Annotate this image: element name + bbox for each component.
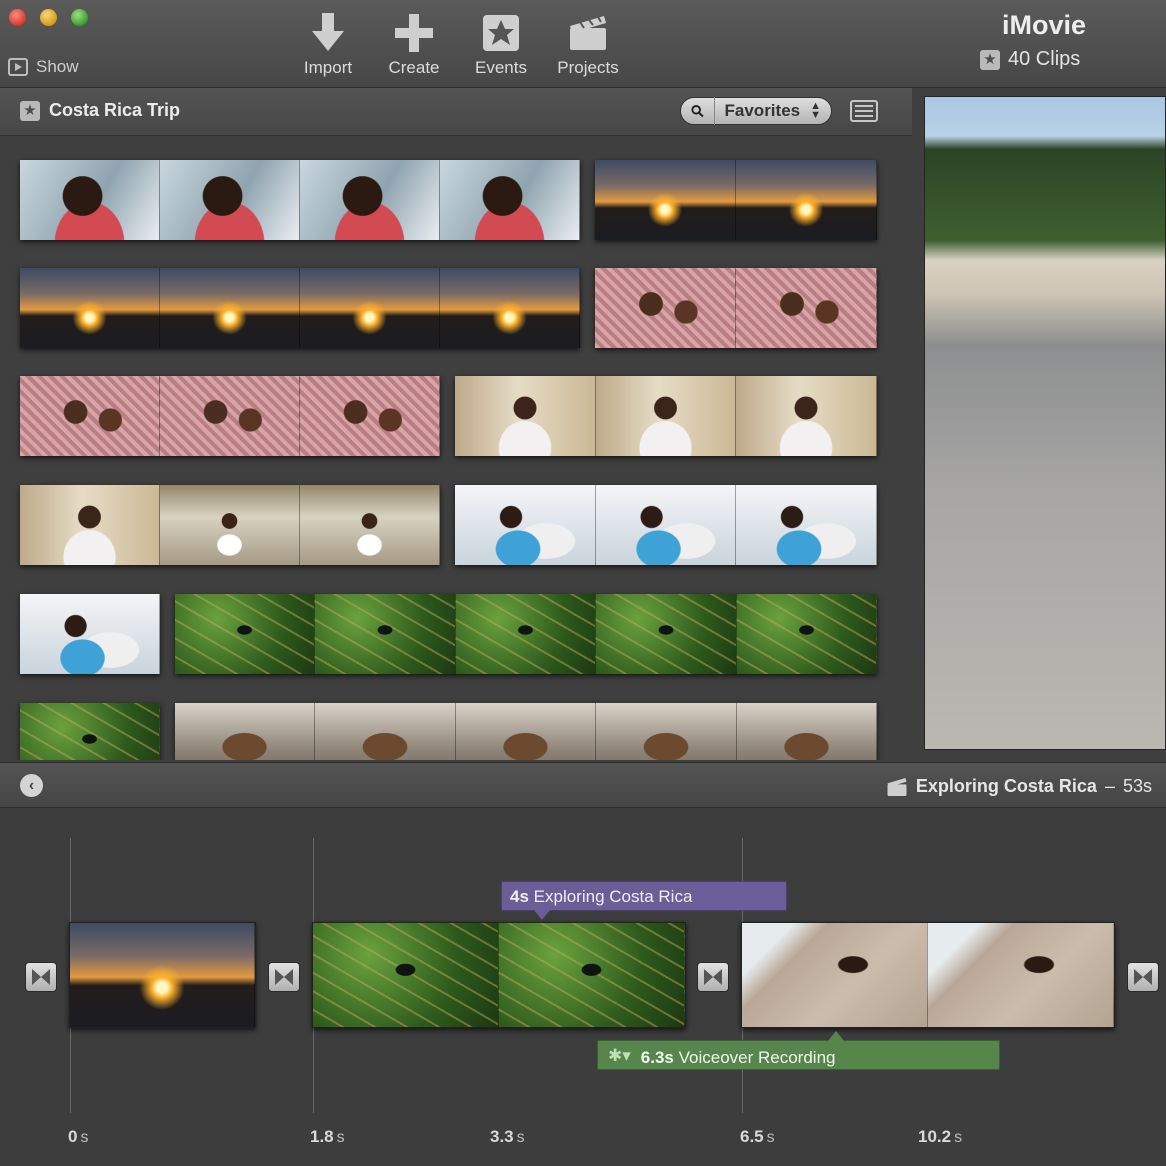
- star-icon: ★: [980, 49, 1000, 70]
- projects-label: Projects: [557, 58, 619, 77]
- event-clip[interactable]: [455, 485, 877, 565]
- transition-button[interactable]: [268, 962, 300, 992]
- event-star-icon: ★: [20, 100, 40, 121]
- viewer-preview: [924, 96, 1166, 750]
- clip-count: ★ 40 Clips: [980, 48, 1080, 71]
- gear-icon[interactable]: ✱▾: [608, 1046, 631, 1066]
- updown-chevron-icon: ▲ ▼: [810, 100, 821, 121]
- events-label: Events: [475, 58, 527, 77]
- transition-icon: [1134, 969, 1152, 985]
- import-button[interactable]: Import: [283, 12, 373, 78]
- events-button[interactable]: Events: [456, 12, 546, 78]
- event-title-label: Costa Rica Trip: [49, 100, 181, 120]
- import-label: Import: [303, 58, 353, 77]
- create-label: Create: [388, 58, 440, 77]
- transition-button[interactable]: [25, 962, 57, 992]
- event-clip[interactable]: [595, 268, 877, 348]
- window-minimize-button[interactable]: [40, 9, 57, 26]
- event-header: ★ Costa Rica Trip Favorites ▲ ▼: [0, 88, 912, 136]
- star-icon: [456, 12, 546, 54]
- project-title-label: Exploring Costa Rica: [915, 776, 1097, 796]
- voiceover-text: Voiceover Recording: [678, 1047, 836, 1067]
- favorites-label: Favorites: [724, 101, 801, 120]
- timeline-clip[interactable]: [69, 922, 256, 1028]
- event-clip[interactable]: [175, 594, 877, 674]
- project-timeline: 4s Exploring Costa Rica ✱▾ 6.3s Voiceove…: [0, 808, 1166, 1166]
- title-overlay-text: Exploring Costa Rica: [533, 887, 693, 906]
- app-title: iMovie: [1001, 10, 1086, 40]
- search-icon: [691, 105, 704, 118]
- project-header: ‹ Exploring Costa Rica – 53s: [0, 762, 1166, 808]
- timeline-tick-label: 1.8 s: [310, 1127, 345, 1146]
- show-label: Show: [36, 57, 79, 76]
- title-overlay-duration: 4s: [510, 887, 529, 906]
- window-zoom-button[interactable]: [71, 9, 88, 26]
- event-clip[interactable]: [20, 594, 160, 674]
- back-button[interactable]: ‹: [20, 774, 43, 797]
- plus-icon: [369, 12, 459, 54]
- project-title: Exploring Costa Rica – 53s: [886, 776, 1152, 797]
- event-clip[interactable]: [20, 703, 160, 760]
- window-close-button[interactable]: [9, 9, 26, 26]
- event-clip[interactable]: [455, 376, 877, 456]
- voiceover-bar[interactable]: ✱▾ 6.3s Voiceover Recording: [597, 1031, 1000, 1070]
- favorites-filter-select[interactable]: Favorites ▲ ▼: [680, 97, 832, 125]
- projects-button[interactable]: Projects: [543, 12, 633, 78]
- timeline-tick-label: 10.2 s: [918, 1127, 963, 1146]
- transition-icon: [275, 969, 293, 985]
- clapperboard-icon: [887, 777, 907, 796]
- show-icon: [8, 58, 28, 76]
- event-clip[interactable]: [20, 376, 440, 456]
- transition-button[interactable]: [1127, 962, 1159, 992]
- transition-button[interactable]: [697, 962, 729, 992]
- event-clip[interactable]: [20, 160, 580, 240]
- clip-count-label: 40 Clips: [1008, 48, 1081, 70]
- project-title-separator: –: [1104, 776, 1115, 796]
- title-overlay-bar[interactable]: 4s Exploring Costa Rica: [501, 881, 787, 920]
- transition-icon: [32, 969, 50, 985]
- show-library-button[interactable]: Show: [8, 57, 79, 77]
- timeline-clip[interactable]: [312, 922, 686, 1028]
- event-clip[interactable]: [595, 160, 877, 240]
- event-browser: [0, 136, 912, 760]
- main-toolbar: Show Import Create Events Projects iMovi…: [0, 0, 1166, 88]
- transition-icon: [704, 969, 722, 985]
- project-duration: 53s: [1122, 776, 1152, 796]
- event-clip[interactable]: [175, 703, 877, 760]
- clapperboard-icon: [543, 12, 633, 54]
- event-title: ★ Costa Rica Trip: [20, 100, 180, 121]
- list-view-button[interactable]: [850, 100, 878, 122]
- timeline-clip[interactable]: [741, 922, 1115, 1028]
- create-button[interactable]: Create: [369, 12, 459, 78]
- import-arrow-icon: [283, 12, 373, 54]
- filter-divider: [713, 97, 715, 125]
- event-clip[interactable]: [20, 268, 580, 348]
- event-clip[interactable]: [20, 485, 440, 565]
- chevron-left-icon: ‹: [28, 776, 35, 794]
- timeline-tick-label: 0s: [68, 1127, 89, 1146]
- timeline-tick-label: 3.3 s: [490, 1127, 525, 1146]
- timeline-tick-label: 6.5 s: [740, 1127, 775, 1146]
- voiceover-duration: 6.3s: [640, 1047, 674, 1067]
